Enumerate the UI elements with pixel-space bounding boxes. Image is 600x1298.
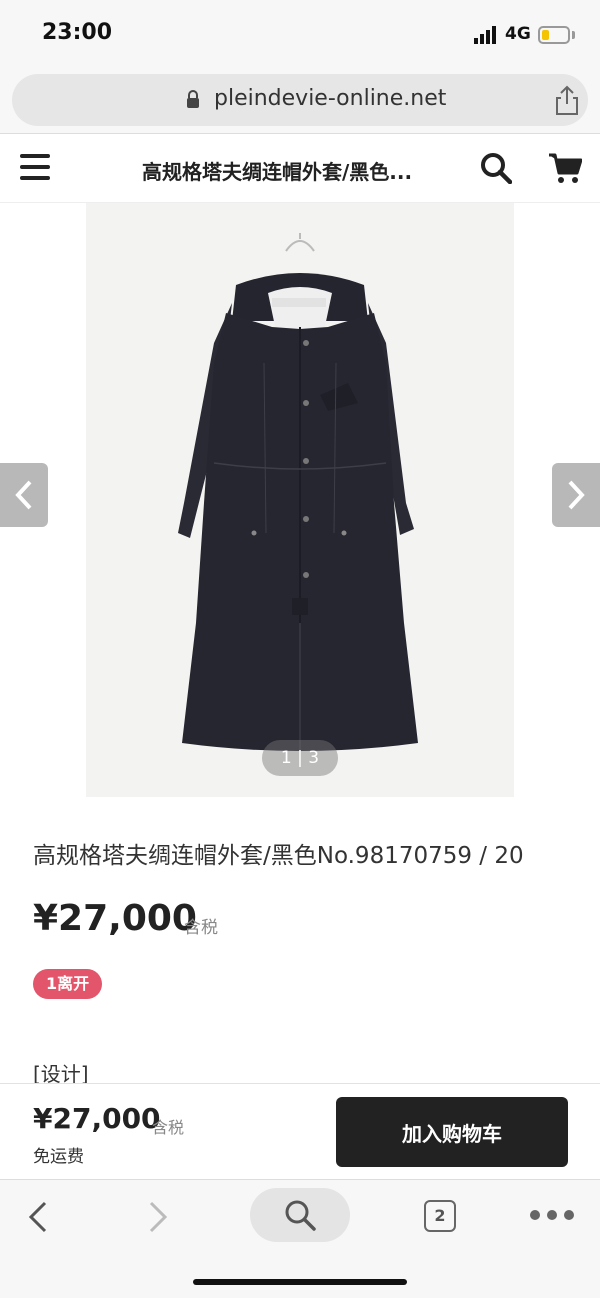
status-bar: 23:00 4G: [0, 0, 600, 70]
cart-icon[interactable]: [548, 152, 582, 184]
chevron-right-icon: [568, 480, 585, 510]
browser-toolbar: 2: [0, 1179, 600, 1298]
site-header: 高规格塔夫绸连帽外套/黑色...: [0, 133, 600, 203]
chevron-left-icon: [15, 480, 32, 510]
search-icon[interactable]: [480, 152, 512, 184]
forward-icon[interactable]: [146, 1200, 170, 1234]
lock-icon: [187, 90, 199, 108]
status-badge: 1离开: [33, 969, 103, 999]
network-label: 4G: [505, 24, 531, 44]
signal-icon: [474, 26, 496, 44]
search-icon: [285, 1200, 316, 1231]
product-title: 高规格塔夫绸连帽外套/黑色No.98170759 / 20: [33, 843, 524, 869]
product-image[interactable]: [86, 203, 514, 797]
gallery-prev-button[interactable]: [0, 463, 48, 527]
home-indicator: [193, 1279, 407, 1285]
add-to-cart-button[interactable]: 加入购物车: [336, 1097, 568, 1167]
product-price: ¥27,000: [33, 898, 197, 939]
url-text: pleindevie-online.net: [214, 86, 447, 111]
battery-icon: [538, 26, 570, 44]
address-bar-area: pleindevie-online.net: [0, 70, 600, 133]
purchase-bar: ¥27,000 含税 免运费 加入购物车: [0, 1083, 600, 1179]
tax-label: 含税: [184, 918, 218, 938]
shipping-label: 免运费: [33, 1147, 84, 1167]
toolbar-search-button[interactable]: [250, 1188, 350, 1242]
coat-photo: [178, 233, 418, 751]
tabs-icon[interactable]: 2: [424, 1200, 456, 1232]
bar-tax-label: 含税: [152, 1118, 185, 1137]
header-title: 高规格塔夫绸连帽外套/黑色...: [142, 160, 413, 184]
address-bar[interactable]: pleindevie-online.net: [12, 74, 588, 126]
menu-icon[interactable]: [20, 154, 50, 180]
gallery-counter: 1 | 3: [262, 740, 338, 776]
gallery-next-button[interactable]: [552, 463, 600, 527]
status-time: 23:00: [42, 20, 113, 45]
share-icon[interactable]: [552, 84, 582, 116]
bar-price: ¥27,000: [33, 1102, 161, 1135]
more-icon[interactable]: [530, 1210, 574, 1220]
back-icon[interactable]: [26, 1200, 50, 1234]
